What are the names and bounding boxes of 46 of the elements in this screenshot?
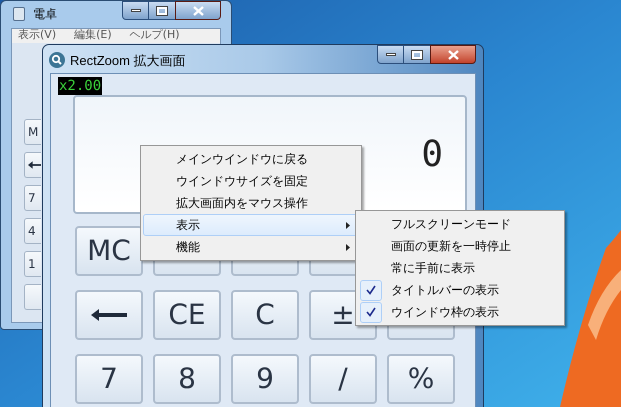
close-button[interactable] (175, 1, 221, 20)
calculator-key[interactable]: M (24, 119, 41, 145)
menu-item[interactable]: 常に手前に表示 (358, 257, 562, 279)
calculator-key[interactable]: MC (75, 226, 143, 276)
minimize-button[interactable] (122, 1, 149, 20)
minimize-icon (386, 53, 396, 56)
menu-item[interactable]: ヘルプ(H) (130, 29, 180, 43)
menu-item[interactable]: 画面の更新を一時停止 (358, 235, 562, 257)
close-icon (192, 6, 204, 16)
calculator-key[interactable]: 9 (231, 354, 299, 404)
calculator-key[interactable]: 7 (75, 354, 143, 404)
calculator-key[interactable]: % (387, 354, 455, 404)
calculator-key[interactable]: 7 (24, 185, 41, 211)
menu-item[interactable]: 拡大画面内をマウス操作 (143, 192, 359, 214)
calculator-key[interactable]: 8 (153, 354, 221, 404)
close-button[interactable] (430, 45, 476, 64)
calculator-key[interactable]: C (231, 290, 299, 340)
calculator-key[interactable]: / (309, 354, 377, 404)
menu-item[interactable]: 機能 (143, 236, 359, 258)
calculator-icon (13, 7, 25, 21)
backspace-arrow-icon (90, 308, 128, 322)
calculator-key[interactable] (75, 290, 143, 340)
calculator-key[interactable]: CE (153, 290, 221, 340)
minimize-icon (130, 9, 140, 12)
maximize-button[interactable] (404, 45, 430, 64)
checkmark-icon (366, 307, 376, 317)
calculator-key[interactable]: 4 (24, 218, 41, 244)
display-value: 0 (421, 132, 443, 176)
window-title: 電卓 (33, 7, 57, 21)
menu-item[interactable]: 編集(E) (74, 29, 112, 43)
menu-item[interactable]: メインウインドウに戻る (143, 148, 359, 170)
menu-item[interactable]: ウインドウサイズを固定 (143, 170, 359, 192)
zoom-level-badge: x2.00 (58, 77, 102, 95)
magnifier-icon (49, 52, 65, 68)
minimize-button[interactable] (377, 45, 404, 64)
calculator-key[interactable]: 1 (24, 251, 41, 277)
maximize-icon (157, 6, 167, 14)
maximize-button[interactable] (149, 1, 175, 20)
window-title: RectZoom 拡大画面 (70, 52, 186, 68)
calculator-key[interactable] (24, 152, 41, 178)
backspace-arrow-icon (28, 161, 41, 169)
menu-item[interactable]: 表示(V) (18, 29, 56, 43)
checkmark-icon (366, 285, 376, 295)
maximize-icon (412, 50, 422, 58)
close-icon (448, 50, 458, 60)
menu-item[interactable]: フルスクリーンモード (358, 213, 562, 235)
